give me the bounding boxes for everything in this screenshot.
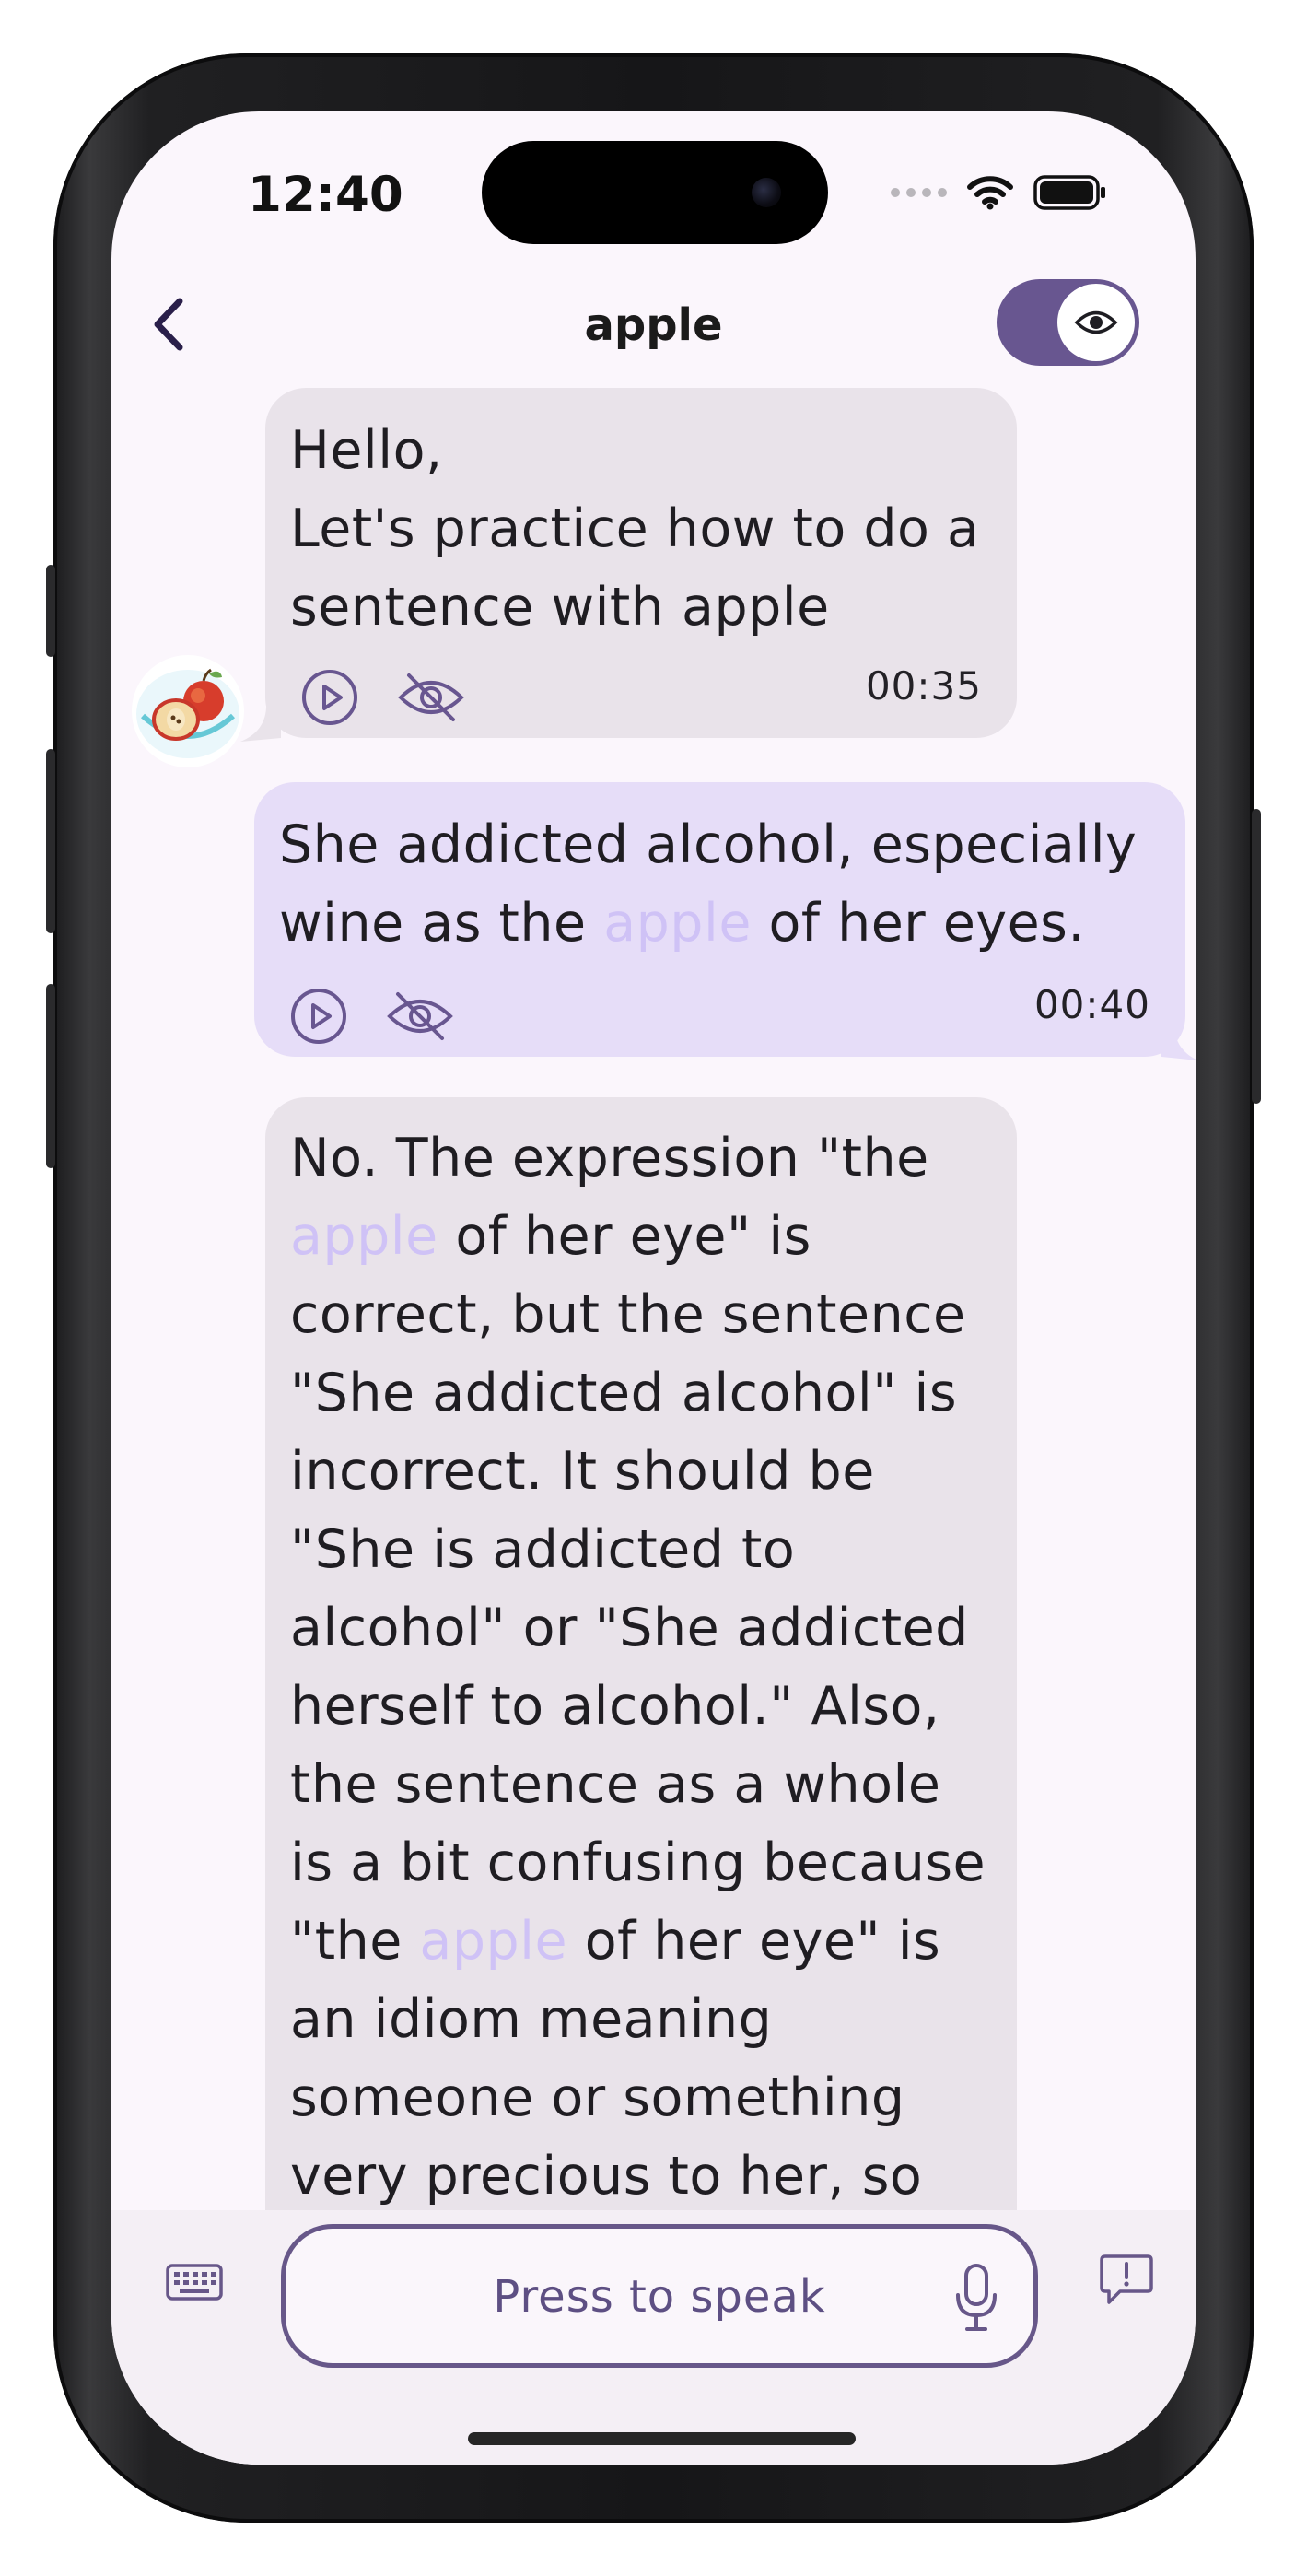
eye-icon xyxy=(1074,310,1118,334)
visibility-toggle[interactable] xyxy=(997,279,1139,366)
dynamic-island xyxy=(482,141,828,244)
status-icons xyxy=(891,174,1107,211)
wifi-icon xyxy=(967,176,1013,210)
speak-label: Press to speak xyxy=(493,2271,826,2323)
message-bubble-bot: No. The expression "the apple of her eye… xyxy=(265,1097,1017,2212)
eye-slash-icon[interactable] xyxy=(385,990,455,1042)
action-button xyxy=(46,565,55,657)
home-indicator[interactable] xyxy=(468,2432,856,2445)
message-bubble-user: She addicted alcohol, especially wine as… xyxy=(254,782,1185,1057)
top-nav: apple xyxy=(111,268,1196,388)
front-camera xyxy=(752,178,781,207)
eye-slash-icon[interactable] xyxy=(396,672,466,723)
power-button xyxy=(1252,809,1261,1104)
press-to-speak-button[interactable]: Press to speak xyxy=(281,2224,1038,2368)
message-text: No. The expression "the apple of her eye… xyxy=(290,1128,986,2207)
message-text: Hello, Let's practice how to do a senten… xyxy=(290,420,980,638)
play-icon[interactable] xyxy=(300,668,359,727)
status-time: 12:40 xyxy=(248,167,403,223)
microphone-icon xyxy=(956,2264,997,2331)
message-timestamp: 00:35 xyxy=(865,663,982,708)
bot-avatar xyxy=(132,655,244,767)
play-icon[interactable] xyxy=(289,987,348,1046)
input-bar: Press to speak xyxy=(111,2210,1196,2465)
bubble-tail xyxy=(1161,1020,1196,1060)
message-text: She addicted alcohol, especially wine as… xyxy=(279,814,1138,954)
toggle-knob xyxy=(1057,284,1135,361)
signal-dots-icon xyxy=(891,188,947,197)
message-actions xyxy=(300,668,466,727)
apple-illustration-icon xyxy=(136,668,239,758)
app-screen: 12:40 apple Hello, Let's practice how to… xyxy=(111,111,1196,2465)
message-actions xyxy=(289,987,455,1046)
chat-list[interactable]: Hello, Let's practice how to do a senten… xyxy=(111,388,1196,2212)
battery-icon xyxy=(1033,175,1105,210)
keyboard-icon[interactable] xyxy=(165,2260,224,2304)
bubble-tail xyxy=(240,701,281,742)
volume-down-button xyxy=(46,984,55,1168)
message-bubble-bot: Hello, Let's practice how to do a senten… xyxy=(265,388,1017,738)
message-timestamp: 00:40 xyxy=(1033,982,1150,1027)
volume-up-button xyxy=(46,749,55,933)
feedback-icon[interactable] xyxy=(1098,2251,1155,2308)
